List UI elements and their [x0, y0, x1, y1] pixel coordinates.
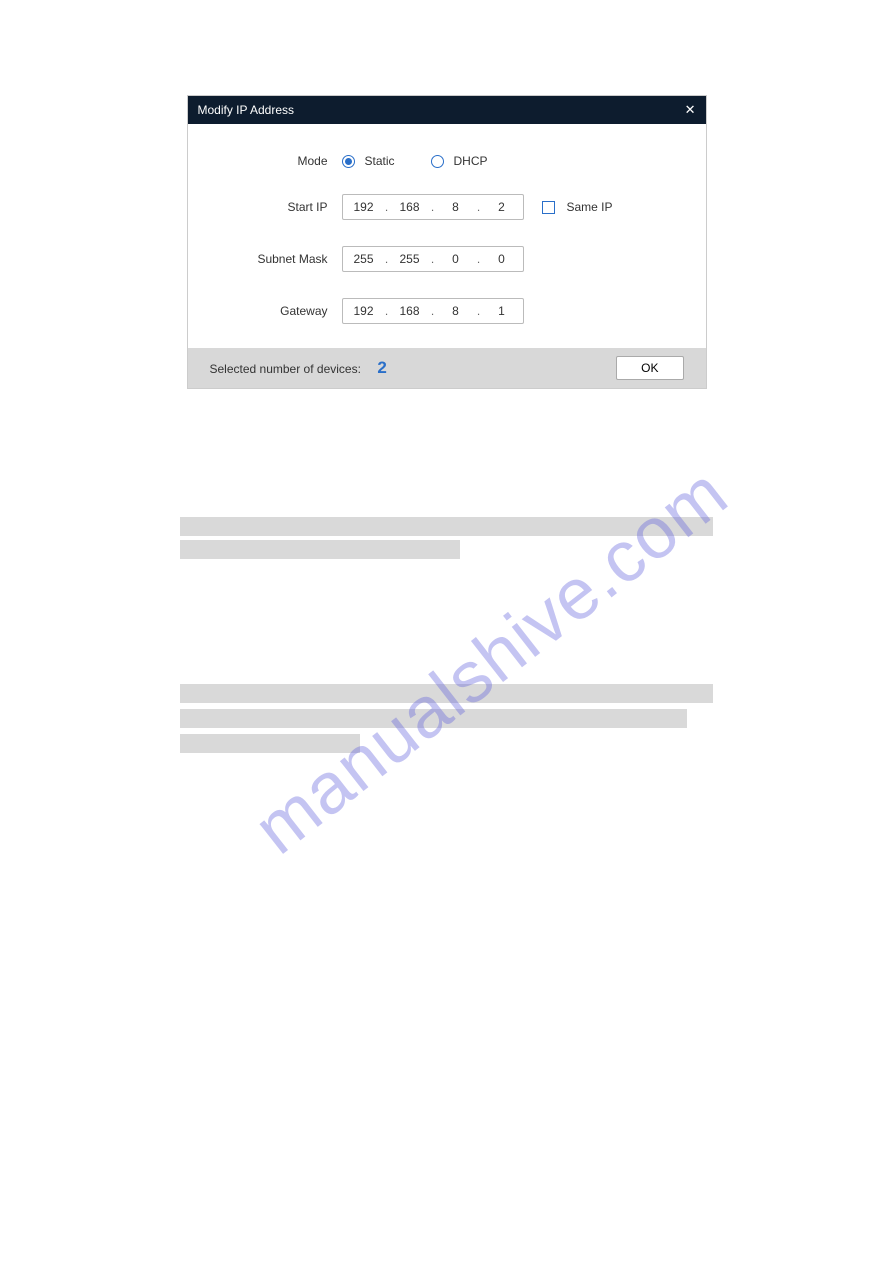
ip-dot-icon: .: [477, 252, 480, 266]
gateway-o1[interactable]: 192: [349, 304, 379, 318]
gateway-o2[interactable]: 168: [395, 304, 425, 318]
same-ip-checkbox[interactable]: [542, 201, 555, 214]
mode-label: Mode: [212, 154, 342, 168]
mode-radio-group: Static DHCP: [342, 154, 514, 168]
gateway-o4[interactable]: 1: [487, 304, 517, 318]
subnet-label: Subnet Mask: [212, 252, 342, 266]
radio-dhcp-label: DHCP: [454, 154, 488, 168]
radio-dhcp[interactable]: [431, 155, 444, 168]
dialog-body: Mode Static DHCP Start IP 192 . 168 . 8 …: [188, 124, 706, 348]
subnet-input[interactable]: 255 . 255 . 0 . 0: [342, 246, 524, 272]
start-ip-label: Start IP: [212, 200, 342, 214]
subnet-o4[interactable]: 0: [487, 252, 517, 266]
start-ip-o3[interactable]: 8: [441, 200, 471, 214]
start-ip-o1[interactable]: 192: [349, 200, 379, 214]
ip-dot-icon: .: [385, 200, 388, 214]
placeholder-bar: [180, 517, 713, 536]
ip-dot-icon: .: [431, 252, 434, 266]
dialog-header: Modify IP Address ✕: [188, 96, 706, 124]
ip-dot-icon: .: [477, 304, 480, 318]
start-ip-o4[interactable]: 2: [487, 200, 517, 214]
gateway-input[interactable]: 192 . 168 . 8 . 1: [342, 298, 524, 324]
ip-dot-icon: .: [385, 252, 388, 266]
same-ip-label: Same IP: [567, 200, 613, 214]
ok-button[interactable]: OK: [616, 356, 683, 380]
radio-static[interactable]: [342, 155, 355, 168]
ip-dot-icon: .: [431, 304, 434, 318]
gateway-o3[interactable]: 8: [441, 304, 471, 318]
gateway-row: Gateway 192 . 168 . 8 . 1: [212, 298, 682, 324]
close-icon[interactable]: ✕: [685, 102, 696, 118]
modify-ip-dialog: Modify IP Address ✕ Mode Static DHCP Sta…: [187, 95, 707, 389]
radio-static-label: Static: [365, 154, 395, 168]
placeholder-bar: [180, 709, 687, 728]
dialog-title: Modify IP Address: [198, 103, 295, 117]
mode-row: Mode Static DHCP: [212, 154, 682, 168]
start-ip-o2[interactable]: 168: [395, 200, 425, 214]
placeholder-bar: [180, 734, 360, 753]
gateway-label: Gateway: [212, 304, 342, 318]
dialog-footer: Selected number of devices: 2 OK: [188, 348, 706, 388]
subnet-o2[interactable]: 255: [395, 252, 425, 266]
placeholder-bar: [180, 540, 460, 559]
ip-dot-icon: .: [385, 304, 388, 318]
device-count: 2: [377, 358, 386, 377]
ip-dot-icon: .: [477, 200, 480, 214]
start-ip-row: Start IP 192 . 168 . 8 . 2 Same IP: [212, 194, 682, 220]
ip-dot-icon: .: [431, 200, 434, 214]
subnet-o3[interactable]: 0: [441, 252, 471, 266]
placeholder-bar: [180, 684, 713, 703]
subnet-row: Subnet Mask 255 . 255 . 0 . 0: [212, 246, 682, 272]
start-ip-input[interactable]: 192 . 168 . 8 . 2: [342, 194, 524, 220]
subnet-o1[interactable]: 255: [349, 252, 379, 266]
selected-devices-label: Selected number of devices:: [210, 362, 361, 376]
footer-left: Selected number of devices: 2: [210, 358, 387, 378]
